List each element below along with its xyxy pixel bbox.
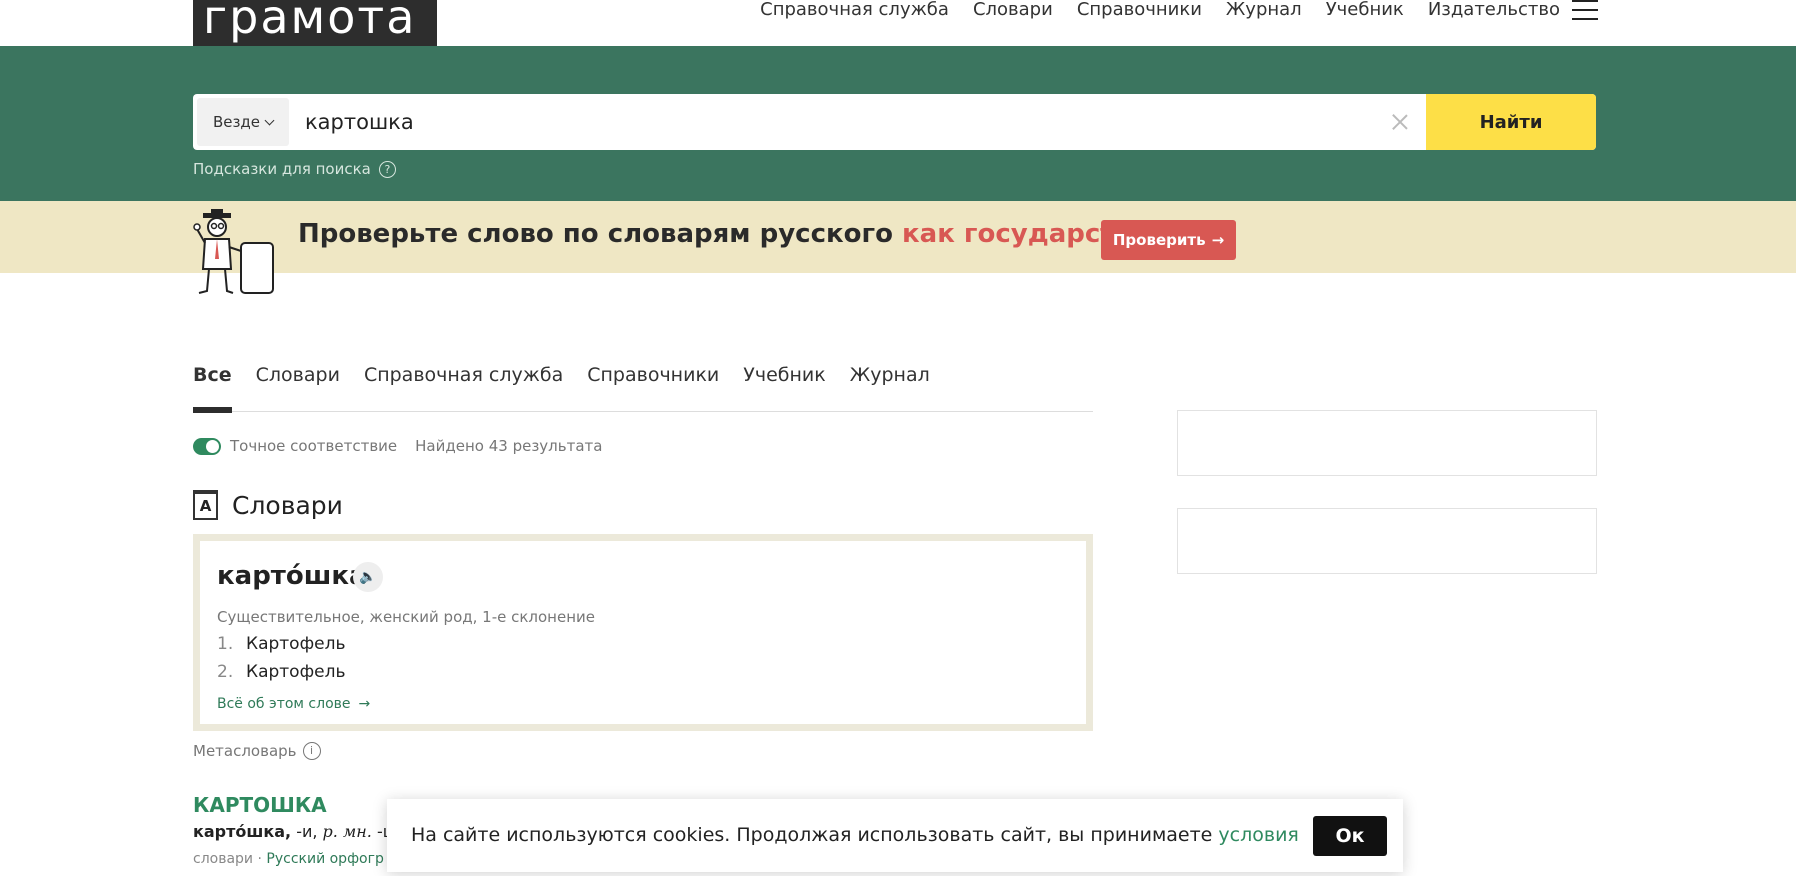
nav-reference[interactable]: Справочники (1077, 0, 1202, 22)
tab-journal[interactable]: Журнал (850, 362, 930, 412)
promo-text-main: Проверьте слово по словарям русского (298, 219, 893, 249)
cookie-banner: На сайте используются cookies. Продолжая… (387, 799, 1403, 872)
search-hints-link[interactable]: Подсказки для поиска ? (193, 160, 396, 178)
cookie-ok-button[interactable]: Ок (1313, 816, 1387, 856)
search-scope-label: Везде (212, 113, 261, 131)
search-button[interactable]: Найти (1426, 94, 1596, 150)
info-icon[interactable]: i (302, 742, 321, 760)
nav-publishing[interactable]: Издательство (1428, 0, 1560, 22)
exact-match-label: Точное соответствие (230, 437, 398, 455)
search-box: Везде Найти (193, 94, 1596, 150)
headword: карто́шка (217, 561, 367, 591)
search-hints-label: Подсказки для поиска (193, 160, 371, 178)
definition-text: Картофель (246, 662, 346, 682)
tab-reference[interactable]: Справочники (587, 362, 719, 412)
nav-textbook[interactable]: Учебник (1326, 0, 1404, 22)
site-logo[interactable]: грамота (193, 0, 437, 46)
question-icon: ? (378, 160, 396, 178)
tab-dictionaries[interactable]: Словари (256, 362, 340, 412)
entry-grammar: -и, (291, 822, 323, 841)
entry-abbrev: р. мн. (322, 822, 372, 841)
definition-item: 1. Картофель (217, 634, 345, 662)
exact-match-toggle[interactable] (193, 437, 221, 455)
cookie-text: На сайте используются cookies. Продолжая… (411, 824, 1299, 846)
dictionary-icon: A (193, 490, 218, 520)
entry-source: словари · Русский орфогр (193, 851, 384, 867)
nav-help-service[interactable]: Справочная служба (760, 0, 949, 22)
results-count: Найдено 43 результата (415, 437, 603, 455)
tab-textbook[interactable]: Учебник (743, 362, 825, 412)
cookie-message: На сайте используются cookies. Продолжая… (411, 824, 1219, 846)
metadictionary-text: Метасловарь (193, 742, 297, 760)
definition-list: 1. Картофель 2. Картофель (217, 634, 345, 690)
chevron-down-icon (264, 115, 275, 125)
metadictionary-label: Метасловарь i (193, 742, 321, 760)
top-nav: Справочная служба Словари Справочники Жу… (760, 0, 1560, 22)
arrow-right-icon: → (358, 696, 371, 712)
word-details-label: Всё об этом слове (217, 696, 351, 712)
arrow-right-icon: → (1211, 231, 1225, 249)
check-button-label: Проверить (1112, 231, 1206, 249)
promo-text: Проверьте слово по словарям русского как… (298, 219, 1235, 249)
tab-all[interactable]: Все (193, 362, 232, 413)
word-card: карто́шка 🔈 Существительное, женский род… (193, 534, 1093, 731)
sidebar-block (1177, 410, 1597, 476)
speaker-icon[interactable]: 🔈 (353, 562, 383, 592)
promo-banner: Проверьте слово по словарям русского как… (0, 201, 1796, 294)
entry-text: карто́шка, -и, р. мн. -ше (193, 822, 407, 841)
result-tabs: Все Словари Справочная служба Справочник… (193, 362, 1093, 413)
result-filters: Точное соответствие Найдено 43 результат… (193, 437, 602, 455)
entry-headword: карто́шка, (193, 822, 292, 841)
site-header: грамота Справочная служба Словари Справо… (0, 0, 1796, 46)
check-button[interactable]: Проверить → (1101, 220, 1236, 260)
entry-source-link[interactable]: Русский орфогр (266, 851, 383, 867)
definition-text: Картофель (246, 634, 346, 654)
mascot-illustration-icon (193, 209, 274, 294)
entry-title-link[interactable]: КАРТОШКА (193, 793, 327, 817)
section-title: Словари (232, 490, 343, 520)
search-band: Везде Найти Подсказки для поиска ? (0, 46, 1796, 201)
nav-dictionaries[interactable]: Словари (973, 0, 1053, 22)
nav-journal[interactable]: Журнал (1226, 0, 1302, 22)
definition-number: 2. (217, 662, 234, 682)
search-scope-dropdown[interactable]: Везде (197, 98, 289, 146)
sidebar-block (1177, 508, 1597, 574)
definition-number: 1. (217, 634, 234, 654)
grammar-info: Существительное, женский род, 1-е склоне… (217, 608, 595, 626)
tab-help-service[interactable]: Справочная служба (364, 362, 563, 412)
definition-item: 2. Картофель (217, 662, 345, 690)
entry-source-separator: · (257, 851, 262, 867)
word-details-link[interactable]: Всё об этом слове → (217, 696, 370, 712)
search-input[interactable] (305, 107, 1305, 137)
menu-icon[interactable] (1572, 0, 1598, 20)
cookie-terms-link[interactable]: условия (1218, 824, 1298, 846)
clear-icon[interactable] (1388, 110, 1412, 134)
section-heading: A Словари (193, 490, 343, 520)
entry-source-type: словари (193, 851, 254, 867)
